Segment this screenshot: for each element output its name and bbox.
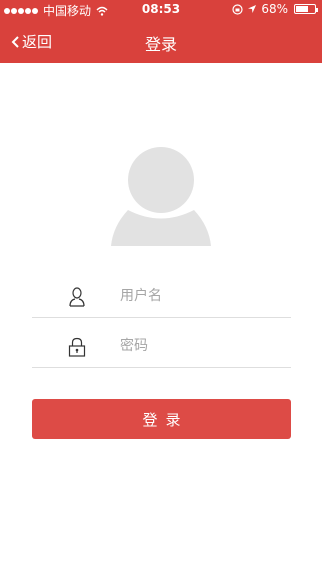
battery-fill bbox=[296, 6, 309, 12]
password-input[interactable] bbox=[120, 332, 285, 360]
login-button[interactable]: 登录 bbox=[32, 399, 291, 439]
location-arrow-icon bbox=[248, 5, 257, 13]
header: 中国移动 08:53 68% 返回 登录 bbox=[0, 0, 322, 63]
status-bar: 中国移动 08:53 68% bbox=[0, 0, 322, 20]
user-icon bbox=[69, 287, 85, 307]
nav-bar: 返回 登录 bbox=[0, 20, 322, 63]
username-input[interactable] bbox=[120, 282, 285, 310]
page-title: 登录 bbox=[144, 35, 177, 54]
password-field bbox=[32, 320, 291, 368]
username-field bbox=[32, 270, 291, 318]
lock-rotation-icon bbox=[232, 3, 243, 15]
battery-icon bbox=[294, 4, 318, 14]
lock-icon bbox=[68, 337, 86, 357]
avatar-placeholder-icon bbox=[111, 147, 211, 246]
status-right: 68% bbox=[232, 2, 318, 16]
battery-percent: 68% bbox=[261, 2, 288, 16]
